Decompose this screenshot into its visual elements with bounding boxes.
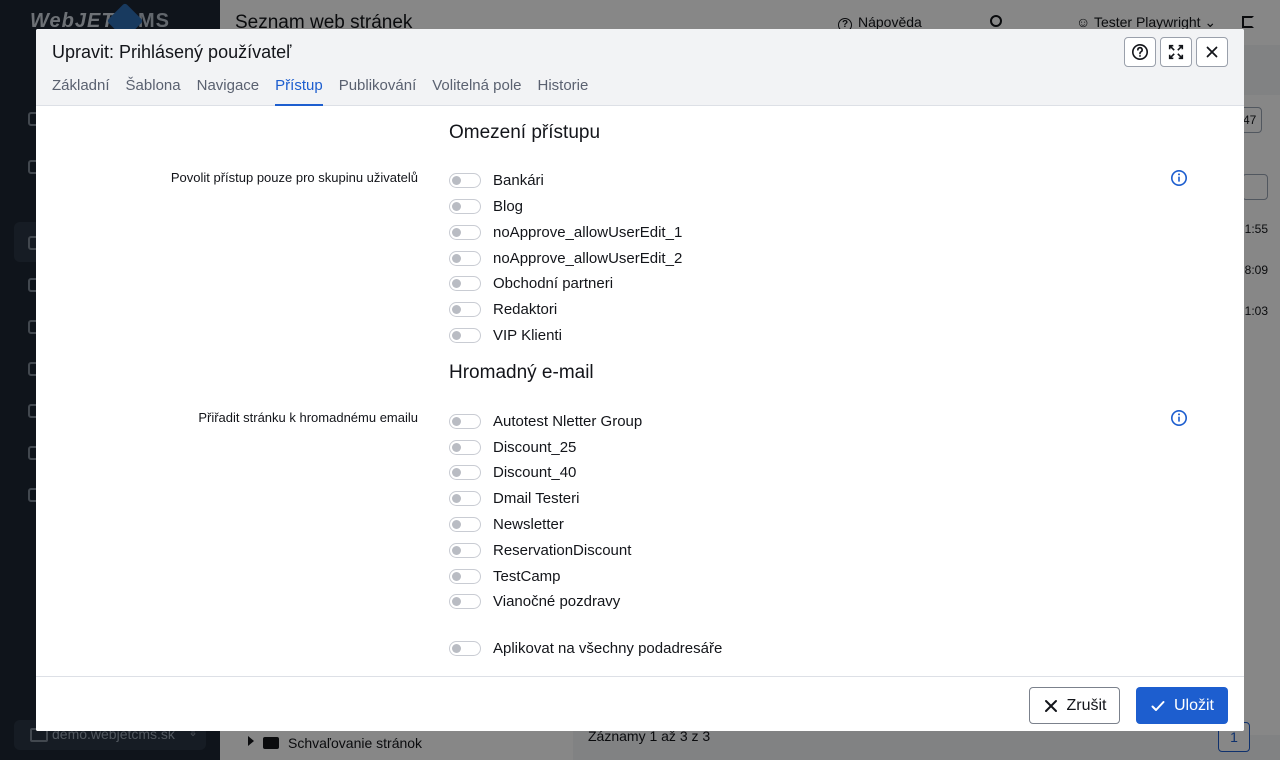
modal-tabs: Základní Šablona Navigace Přístup Publik… xyxy=(52,76,588,106)
fullscreen-button[interactable] xyxy=(1160,37,1192,67)
cancel-button[interactable]: Zrušit xyxy=(1029,687,1120,724)
toggle-switch[interactable] xyxy=(449,250,481,266)
access-option[interactable]: noApprove_allowUserEdit_2 xyxy=(449,247,682,269)
toggle-switch[interactable] xyxy=(449,593,481,609)
access-option[interactable]: Obchodní partneri xyxy=(449,272,613,294)
tab-pristup[interactable]: Přístup xyxy=(275,76,323,106)
toggle-switch[interactable] xyxy=(449,516,481,532)
section-title-mailing: Hromadný e-mail xyxy=(449,362,594,383)
access-option[interactable]: noApprove_allowUserEdit_1 xyxy=(449,221,682,243)
field-label-access: Povolit přístup pouze pro skupinu uživat… xyxy=(170,170,418,185)
mailing-option[interactable]: Dmail Testeri xyxy=(449,487,579,509)
access-option[interactable]: Blog xyxy=(449,195,523,217)
access-option[interactable]: Bankári xyxy=(449,169,544,191)
toggle-switch[interactable] xyxy=(449,568,481,584)
access-option[interactable]: VIP Klienti xyxy=(449,324,562,346)
mailing-option[interactable]: Discount_25 xyxy=(449,436,576,458)
help-button[interactable] xyxy=(1124,37,1156,67)
toggle-switch[interactable] xyxy=(449,275,481,291)
modal-footer: Zrušit Uložit xyxy=(36,676,1244,731)
help-circle-icon xyxy=(1131,43,1149,61)
tab-navigace[interactable]: Navigace xyxy=(197,76,260,106)
tab-zakladni[interactable]: Základní xyxy=(52,76,110,106)
close-icon xyxy=(1206,46,1218,58)
mailing-option[interactable]: Autotest Nletter Group xyxy=(449,410,642,432)
modal-body: Omezení přístupu Povolit přístup pouze p… xyxy=(36,106,1244,676)
modal-title: Upravit: Prihlásený používateľ xyxy=(52,42,292,62)
section-title-access: Omezení přístupu xyxy=(449,122,601,143)
maximize-icon xyxy=(1168,44,1184,60)
info-icon[interactable] xyxy=(1170,169,1188,187)
mailing-option[interactable]: ReservationDiscount xyxy=(449,539,631,561)
tab-publikovani[interactable]: Publikování xyxy=(339,76,417,106)
mailing-option[interactable]: Discount_40 xyxy=(449,461,576,483)
check-icon xyxy=(1151,700,1165,711)
tab-volitelna-pole[interactable]: Volitelná pole xyxy=(432,76,521,106)
modal-header: Upravit: Prihlásený používateľ Základní … xyxy=(36,29,1244,106)
field-label-mailing: Přiřadit stránku k hromadnému emailu xyxy=(198,410,418,425)
tab-sablona[interactable]: Šablona xyxy=(126,76,181,106)
mailing-option[interactable]: Vianočné pozdravy xyxy=(449,590,620,612)
close-icon xyxy=(1044,699,1057,712)
toggle-switch[interactable] xyxy=(449,224,481,240)
toggle-switch[interactable] xyxy=(449,413,481,429)
edit-modal: Upravit: Prihlásený používateľ Základní … xyxy=(36,29,1244,731)
toggle-switch[interactable] xyxy=(449,542,481,558)
toggle-switch[interactable] xyxy=(449,490,481,506)
toggle-switch[interactable] xyxy=(449,327,481,343)
toggle-switch[interactable] xyxy=(449,439,481,455)
toggle-switch[interactable] xyxy=(449,464,481,480)
info-icon[interactable] xyxy=(1170,409,1188,427)
toggle-switch[interactable] xyxy=(449,301,481,317)
tab-historie[interactable]: Historie xyxy=(538,76,589,106)
toggle-switch[interactable] xyxy=(449,172,481,188)
mailing-option[interactable]: TestCamp xyxy=(449,565,561,587)
save-button[interactable]: Uložit xyxy=(1136,687,1228,724)
apply-subfolders-option[interactable]: Aplikovat na všechny podadresáře xyxy=(449,637,722,659)
toggle-switch[interactable] xyxy=(449,640,481,656)
mailing-option[interactable]: Newsletter xyxy=(449,513,564,535)
close-button[interactable] xyxy=(1196,37,1228,67)
toggle-switch[interactable] xyxy=(449,198,481,214)
access-option[interactable]: Redaktori xyxy=(449,298,557,320)
